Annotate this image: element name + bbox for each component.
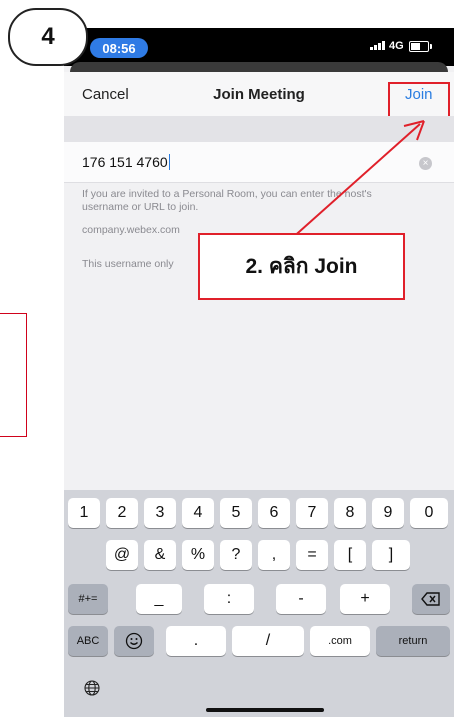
backspace-icon [421,592,440,606]
join-highlight-box [388,82,450,118]
key-dotcom[interactable]: .com [310,626,370,656]
backspace-key[interactable] [412,584,450,614]
instruction-callout: 2. คลิก Join [198,233,405,300]
key-2[interactable]: 2 [106,498,138,528]
key-9[interactable]: 9 [372,498,404,528]
clear-icon[interactable]: × [419,157,432,170]
step-number-badge: 4 [8,8,88,66]
emoji-key[interactable] [114,626,154,656]
annotation-box-left [0,313,27,437]
globe-icon[interactable] [84,680,100,696]
battery-icon [409,41,432,52]
return-key[interactable]: return [376,626,450,656]
meeting-number-value: 176 151 4760 [82,154,171,170]
key-colon[interactable]: : [204,584,254,614]
status-bar: 08:56 4G [64,28,454,66]
key-hyphen[interactable]: - [276,584,326,614]
key-equals[interactable]: = [296,540,328,570]
home-indicator [206,708,324,712]
signal-icon [370,41,385,50]
key-3[interactable]: 3 [144,498,176,528]
key-0[interactable]: 0 [410,498,448,528]
network-type: 4G [389,40,404,52]
key-bracket-close[interactable]: ] [372,540,410,570]
key-8[interactable]: 8 [334,498,366,528]
keyboard: 1 2 3 4 5 6 7 8 9 0 @ & % ? , = [ ] #+= … [64,490,454,717]
key-dot[interactable]: . [166,626,226,656]
key-comma[interactable]: , [258,540,290,570]
key-symbols-switch[interactable]: #+= [68,584,108,614]
key-at[interactable]: @ [106,540,138,570]
key-plus[interactable]: + [340,584,390,614]
key-question[interactable]: ? [220,540,252,570]
section-gap [64,116,454,142]
emoji-icon [125,632,143,650]
help-username-note: This username only [82,258,174,270]
meeting-number-field[interactable]: 176 151 4760 × [64,142,454,183]
key-slash[interactable]: / [232,626,304,656]
phone-screen: 08:56 4G Join Meeting Cancel Join 176 15… [64,28,454,717]
key-underscore[interactable]: _ [136,584,182,614]
key-4[interactable]: 4 [182,498,214,528]
help-text: If you are invited to a Personal Room, y… [82,188,372,213]
key-ampersand[interactable]: & [144,540,176,570]
key-bracket-open[interactable]: [ [334,540,366,570]
key-percent[interactable]: % [182,540,214,570]
key-1[interactable]: 1 [68,498,100,528]
key-abc[interactable]: ABC [68,626,108,656]
key-6[interactable]: 6 [258,498,290,528]
help-example-url: company.webex.com [82,224,180,236]
cancel-button[interactable]: Cancel [82,86,129,103]
text-caret [168,154,171,170]
key-5[interactable]: 5 [220,498,252,528]
status-time: 08:56 [90,38,148,58]
key-7[interactable]: 7 [296,498,328,528]
